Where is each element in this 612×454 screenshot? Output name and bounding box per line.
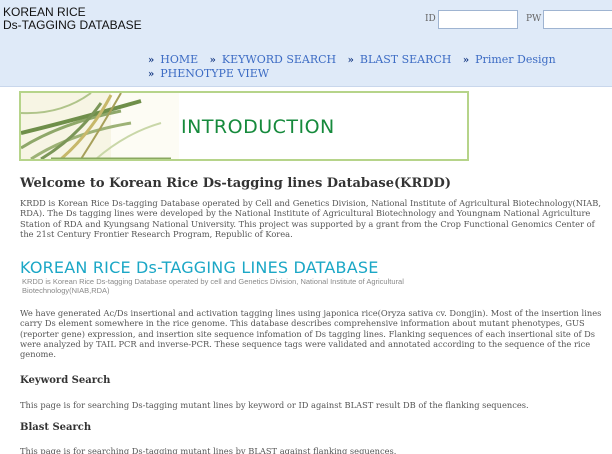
krrd-logo-title: KOREAN RICE Ds-TAGGING LINES DATABASE (20, 258, 379, 277)
nav-phenotype-view[interactable]: PHENOTYPE VIEW (160, 67, 269, 80)
nav-separator-icon: » (209, 55, 216, 66)
nav-keyword-search[interactable]: KEYWORD SEARCH (222, 53, 336, 66)
nav-separator-icon: » (148, 69, 155, 80)
rice-plant-image (21, 93, 179, 159)
blast-search-description: This page is for searching Ds-tagging mu… (20, 446, 397, 454)
nav-home[interactable]: HOME (160, 53, 198, 66)
welcome-heading: Welcome to Korean Rice Ds-tagging lines … (20, 176, 451, 191)
id-input[interactable] (438, 10, 518, 29)
generation-paragraph: We have generated Ac/Ds insertional and … (20, 308, 602, 360)
krrd-logo-subtitle: KRDD is Korean Rice Ds-tagging Database … (22, 277, 404, 295)
header-bar: KOREAN RICE Ds-TAGGING DATABASE ID PW » H… (0, 0, 612, 87)
keyword-search-heading: Keyword Search (20, 375, 111, 386)
intro-paragraph: KRDD is Korean Rice Ds-tagging Database … (20, 198, 602, 239)
introduction-banner: INTRODUCTION (19, 91, 469, 161)
id-label: ID (425, 14, 436, 24)
main-nav: » HOME » KEYWORD SEARCH » BLAST SEARCH » Pri… (148, 53, 612, 81)
pw-input[interactable] (543, 10, 612, 29)
site-title[interactable]: KOREAN RICE Ds-TAGGING DATABASE (3, 6, 142, 32)
nav-primer-design[interactable]: Primer Design (475, 53, 556, 66)
nav-separator-icon: » (148, 55, 155, 66)
keyword-search-description: This page is for searching Ds-tagging mu… (20, 400, 529, 410)
banner-title: INTRODUCTION (181, 116, 335, 138)
nav-separator-icon: » (462, 55, 470, 66)
blast-search-heading: Blast Search (20, 422, 92, 433)
pw-label: PW (526, 14, 542, 24)
nav-blast-search[interactable]: BLAST SEARCH (360, 53, 452, 66)
nav-separator-icon: » (347, 55, 354, 66)
